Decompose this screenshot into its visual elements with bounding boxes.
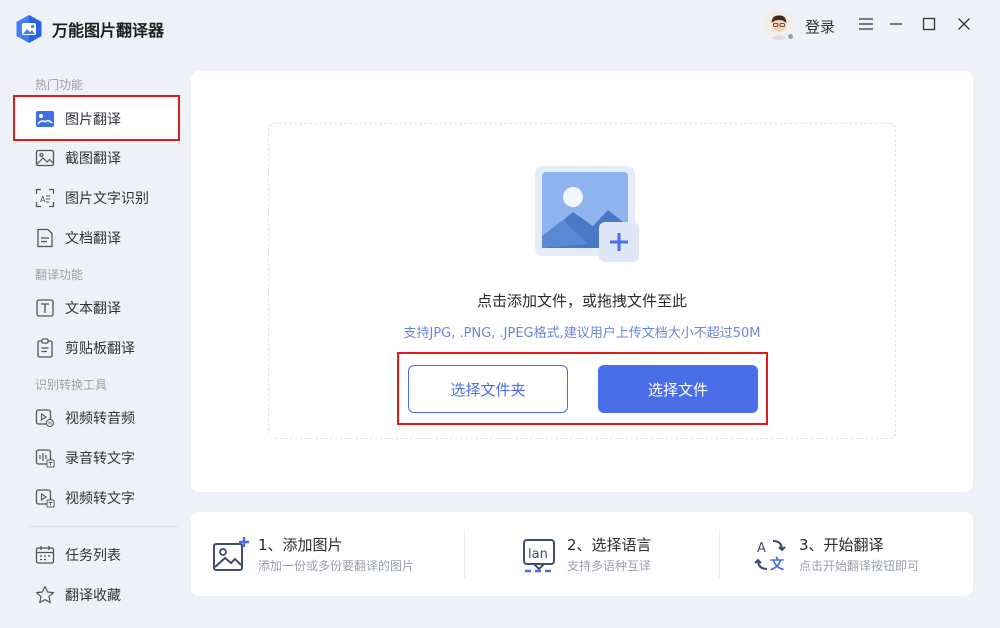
sidebar-item-video-to-audio[interactable]: 视频转音频: [14, 396, 180, 440]
sidebar-item-ocr[interactable]: A 图片文字识别: [14, 176, 180, 220]
step-title: 3、开始翻译: [799, 536, 884, 554]
minimize-icon: [890, 23, 902, 25]
login-link[interactable]: 登录: [805, 16, 835, 37]
highlight-box-buttons: [397, 352, 768, 425]
step-subtitle: 点击开始翻译按钮即可: [799, 559, 920, 573]
star-icon: [35, 585, 55, 605]
sidebar-item-label: 录音转文字: [65, 451, 135, 467]
menu-button[interactable]: [854, 12, 878, 36]
video-audio-icon: [35, 408, 55, 428]
sidebar-item-document-translate[interactable]: 文档翻译: [14, 216, 180, 260]
upload-image-icon: [535, 166, 639, 262]
sidebar-divider: [28, 526, 178, 527]
svg-text:lan: lan: [528, 547, 548, 562]
close-button[interactable]: [952, 12, 976, 36]
step-title: 2、选择语言: [567, 536, 652, 554]
steps-panel: 1、添加图片 添加一份或多份要翻译的图片 lan 2、选择语言 支持多语种互译 …: [191, 512, 973, 596]
close-icon: [958, 18, 970, 30]
app-logo-icon: [16, 15, 42, 43]
title-bar: 万能图片翻译器 登录: [0, 0, 1000, 56]
sidebar-item-label: 剪贴板翻译: [65, 341, 135, 357]
menu-icon: [859, 18, 873, 30]
sidebar-item-label: 视频转音频: [65, 411, 135, 427]
sidebar: 热门功能 图片翻译 截图翻译 A 图片文字识别 文档翻译 翻译功能 文本翻译 剪…: [0, 56, 186, 628]
app-window: 万能图片翻译器 登录 热门功能 图片翻译 截图翻译 A 图片文字识别 文档翻译 …: [0, 0, 1000, 628]
section-title-hot: 热门功能: [35, 78, 84, 92]
sidebar-item-label: 文本翻译: [65, 301, 121, 317]
ocr-icon: A: [35, 188, 55, 208]
sidebar-item-favorites[interactable]: 翻译收藏: [14, 573, 180, 617]
svg-text:A: A: [40, 195, 46, 204]
sidebar-item-label: 图片文字识别: [65, 191, 149, 207]
language-icon: lan: [523, 539, 555, 573]
step-separator: [719, 530, 720, 578]
sidebar-item-recording-to-text[interactable]: 录音转文字: [14, 436, 180, 480]
status-dot: [786, 32, 795, 41]
drop-prompt: 点击添加文件，或拖拽文件至此: [476, 292, 687, 310]
drop-hint: 支持JPG, .PNG, .JPEG格式,建议用户上传文档大小不超过50M: [403, 326, 761, 341]
highlight-box-nav: [13, 95, 180, 141]
section-title-translate: 翻译功能: [35, 268, 84, 282]
sidebar-item-text-translate[interactable]: 文本翻译: [14, 286, 180, 330]
sidebar-item-task-list[interactable]: 任务列表: [14, 533, 180, 577]
translate-icon: A 文: [754, 540, 786, 573]
section-title-tools: 识别转换工具: [35, 378, 108, 392]
add-image-icon: [213, 537, 249, 571]
document-icon: [35, 228, 55, 248]
step-subtitle: 添加一份或多份要翻译的图片: [258, 559, 415, 573]
sidebar-item-label: 文档翻译: [65, 231, 121, 247]
upload-panel: 点击添加文件，或拖拽文件至此 支持JPG, .PNG, .JPEG格式,建议用户…: [191, 71, 973, 492]
sidebar-item-label: 任务列表: [65, 548, 121, 564]
svg-text:A: A: [757, 541, 766, 556]
sidebar-item-label: 截图翻译: [65, 151, 121, 167]
maximize-button[interactable]: [917, 12, 941, 36]
step-separator: [464, 530, 465, 578]
screenshot-icon: [35, 148, 55, 168]
step-title: 1、添加图片: [258, 536, 343, 554]
calendar-icon: [35, 545, 55, 565]
step-subtitle: 支持多语种互译: [567, 559, 652, 573]
text-icon: [35, 298, 55, 318]
recording-icon: [35, 448, 55, 468]
maximize-icon: [922, 17, 936, 31]
sidebar-item-clipboard-translate[interactable]: 剪贴板翻译: [14, 326, 180, 370]
app-title: 万能图片翻译器: [52, 21, 165, 40]
minimize-button[interactable]: [884, 12, 908, 36]
clipboard-icon: [35, 338, 55, 358]
video-text-icon: [35, 488, 55, 508]
svg-text:文: 文: [770, 556, 785, 573]
sidebar-item-screenshot-translate[interactable]: 截图翻译: [14, 136, 180, 180]
sidebar-item-label: 视频转文字: [65, 491, 135, 507]
sidebar-item-video-to-text[interactable]: 视频转文字: [14, 476, 180, 520]
sidebar-item-label: 翻译收藏: [65, 588, 121, 604]
